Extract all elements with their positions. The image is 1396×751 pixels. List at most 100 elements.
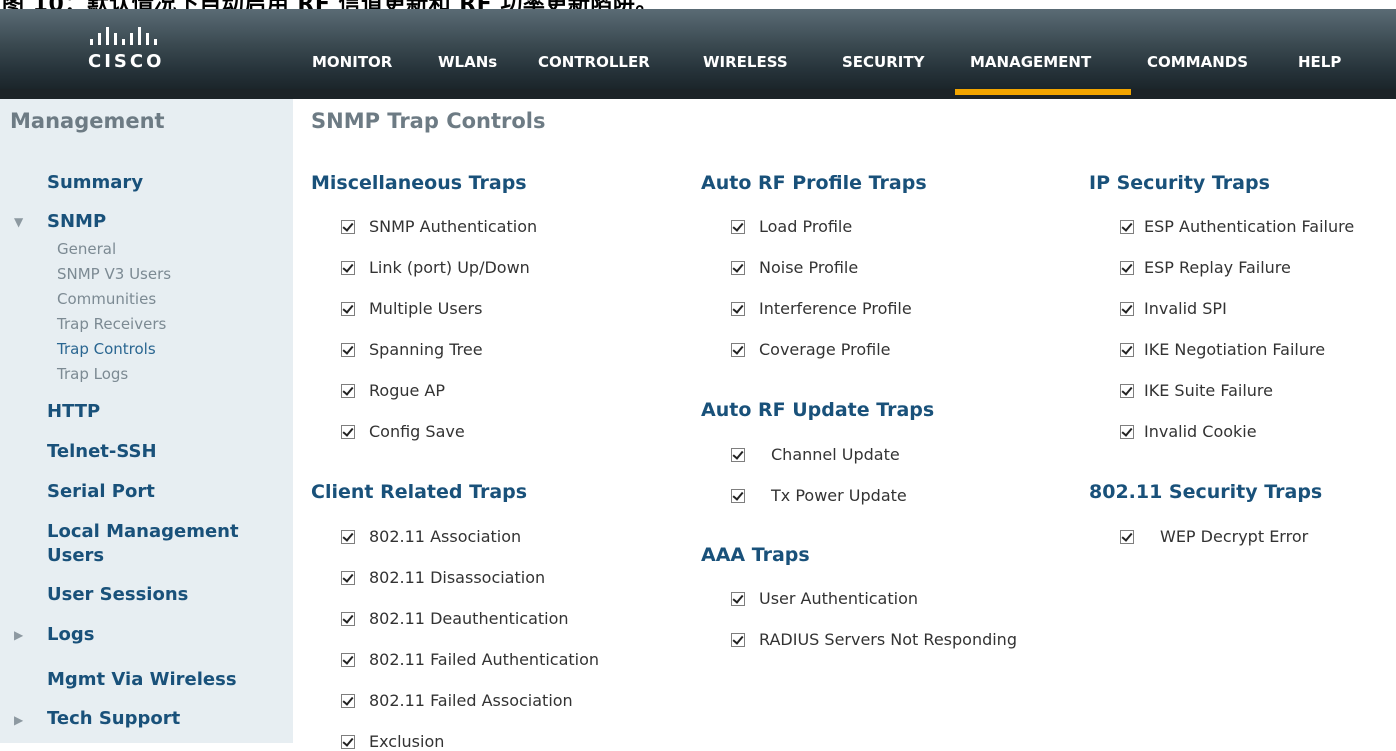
checkbox-icon[interactable] xyxy=(731,591,745,606)
nav-help[interactable]: HELP xyxy=(1298,53,1341,71)
checkbox-icon[interactable] xyxy=(1120,301,1134,316)
section-802-11-security-traps: 802.11 Security Traps xyxy=(1089,481,1323,503)
sidebar-item-http[interactable]: HTTP xyxy=(47,401,100,422)
collapsed-triangle-icon[interactable]: ▶ xyxy=(14,628,23,642)
checkbox-icon[interactable] xyxy=(341,693,355,708)
checkbox-link-up-down[interactable]: Link (port) Up/Down xyxy=(341,258,530,277)
checkbox-icon[interactable] xyxy=(1120,424,1134,439)
checkbox-ike-suite-failure[interactable]: IKE Suite Failure xyxy=(1120,381,1273,400)
checkbox-failed-authentication[interactable]: 802.11 Failed Authentication xyxy=(341,650,599,669)
checkbox-icon[interactable] xyxy=(731,219,745,234)
sidebar-item-snmp[interactable]: SNMP xyxy=(47,211,106,232)
sidebar-item-telnet-ssh[interactable]: Telnet-SSH xyxy=(47,441,157,462)
section-aaa-traps: AAA Traps xyxy=(701,544,810,566)
cisco-bars-icon xyxy=(88,21,198,45)
checkbox-icon[interactable] xyxy=(731,488,745,503)
sidebar-item-serial-port[interactable]: Serial Port xyxy=(47,481,155,502)
checkbox-interference-profile[interactable]: Interference Profile xyxy=(731,299,912,318)
expanded-triangle-icon[interactable]: ▼ xyxy=(14,215,23,229)
checkbox-noise-profile[interactable]: Noise Profile xyxy=(731,258,858,277)
sidebar-item-user-sessions[interactable]: User Sessions xyxy=(47,584,188,605)
collapsed-triangle-icon[interactable]: ▶ xyxy=(14,713,23,727)
main-content: SNMP Trap Controls Miscellaneous Traps S… xyxy=(293,99,1396,751)
checkbox-icon[interactable] xyxy=(341,611,355,626)
sidebar-sub-trap-logs[interactable]: Trap Logs xyxy=(57,365,128,383)
checkbox-disassociation[interactable]: 802.11 Disassociation xyxy=(341,568,545,587)
nav-wireless[interactable]: WIRELESS xyxy=(703,53,788,71)
top-header: CISCO MONITOR WLANs CONTROLLER WIRELESS … xyxy=(0,9,1396,99)
sidebar-sub-trap-controls[interactable]: Trap Controls xyxy=(57,340,156,358)
checkbox-invalid-spi[interactable]: Invalid SPI xyxy=(1120,299,1227,318)
checkbox-ike-negotiation-failure[interactable]: IKE Negotiation Failure xyxy=(1120,340,1325,359)
checkbox-icon[interactable] xyxy=(1120,219,1134,234)
checkbox-rogue-ap[interactable]: Rogue AP xyxy=(341,381,445,400)
checkbox-icon[interactable] xyxy=(1120,342,1134,357)
nav-wlans[interactable]: WLANs xyxy=(438,53,497,71)
checkbox-tx-power-update[interactable]: Tx Power Update xyxy=(731,486,907,505)
nav-security[interactable]: SECURITY xyxy=(842,53,924,71)
checkbox-deauthentication[interactable]: 802.11 Deauthentication xyxy=(341,609,569,628)
checkbox-load-profile[interactable]: Load Profile xyxy=(731,217,852,236)
brand-name: CISCO xyxy=(88,51,165,72)
figure-caption: 图 10：默认情况下自动启用 RF 信道更新和 RF 功率更新陷阱。 xyxy=(0,0,1396,9)
nav-commands[interactable]: COMMANDS xyxy=(1147,53,1248,71)
checkbox-icon[interactable] xyxy=(731,632,745,647)
checkbox-exclusion[interactable]: Exclusion xyxy=(341,732,444,751)
sidebar-item-logs[interactable]: Logs xyxy=(47,624,94,645)
checkbox-icon[interactable] xyxy=(341,529,355,544)
checkbox-icon[interactable] xyxy=(731,260,745,275)
checkbox-snmp-authentication[interactable]: SNMP Authentication xyxy=(341,217,537,236)
sidebar-sub-trap-receivers[interactable]: Trap Receivers xyxy=(57,315,166,333)
section-client-traps: Client Related Traps xyxy=(311,481,528,503)
sidebar-sub-snmp-v3-users[interactable]: SNMP V3 Users xyxy=(57,265,171,283)
sidebar: Management Summary ▼ SNMP General SNMP V… xyxy=(0,99,293,743)
checkbox-icon[interactable] xyxy=(341,652,355,667)
sidebar-item-tech-support[interactable]: Tech Support xyxy=(47,708,180,729)
cisco-logo[interactable]: CISCO xyxy=(88,21,198,79)
checkbox-association[interactable]: 802.11 Association xyxy=(341,527,521,546)
sidebar-item-local-management-users[interactable]: Users xyxy=(47,545,104,566)
checkbox-multiple-users[interactable]: Multiple Users xyxy=(341,299,482,318)
checkbox-radius-not-responding[interactable]: RADIUS Servers Not Responding xyxy=(731,630,1017,649)
checkbox-icon[interactable] xyxy=(1120,260,1134,275)
checkbox-icon[interactable] xyxy=(341,260,355,275)
checkbox-icon[interactable] xyxy=(341,301,355,316)
nav-controller[interactable]: CONTROLLER xyxy=(538,53,650,71)
checkbox-icon[interactable] xyxy=(341,424,355,439)
checkbox-user-authentication[interactable]: User Authentication xyxy=(731,589,918,608)
section-misc-traps: Miscellaneous Traps xyxy=(311,172,527,194)
checkbox-config-save[interactable]: Config Save xyxy=(341,422,465,441)
checkbox-icon[interactable] xyxy=(731,447,745,462)
section-ip-security-traps: IP Security Traps xyxy=(1089,172,1270,194)
checkbox-icon[interactable] xyxy=(341,570,355,585)
sidebar-item-mgmt-via-wireless[interactable]: Mgmt Via Wireless xyxy=(47,669,237,690)
checkbox-channel-update[interactable]: Channel Update xyxy=(731,445,900,464)
sidebar-sub-communities[interactable]: Communities xyxy=(57,290,156,308)
checkbox-icon[interactable] xyxy=(731,342,745,357)
checkbox-failed-association[interactable]: 802.11 Failed Association xyxy=(341,691,573,710)
active-tab-indicator xyxy=(955,89,1131,95)
checkbox-invalid-cookie[interactable]: Invalid Cookie xyxy=(1120,422,1257,441)
checkbox-icon[interactable] xyxy=(341,342,355,357)
checkbox-icon[interactable] xyxy=(341,734,355,749)
checkbox-spanning-tree[interactable]: Spanning Tree xyxy=(341,340,483,359)
sidebar-title: Management xyxy=(10,109,165,133)
section-auto-rf-profile-traps: Auto RF Profile Traps xyxy=(701,172,927,194)
checkbox-esp-auth-failure[interactable]: ESP Authentication Failure xyxy=(1120,217,1354,236)
header-rule xyxy=(0,89,1396,99)
checkbox-icon[interactable] xyxy=(731,301,745,316)
checkbox-coverage-profile[interactable]: Coverage Profile xyxy=(731,340,891,359)
page-title: SNMP Trap Controls xyxy=(311,109,546,133)
checkbox-icon[interactable] xyxy=(341,383,355,398)
nav-management[interactable]: MANAGEMENT xyxy=(970,53,1091,71)
checkbox-icon[interactable] xyxy=(341,219,355,234)
checkbox-icon[interactable] xyxy=(1120,529,1134,544)
checkbox-wep-decrypt-error[interactable]: WEP Decrypt Error xyxy=(1120,527,1308,546)
sidebar-item-local-management[interactable]: Local Management xyxy=(47,521,239,542)
checkbox-icon[interactable] xyxy=(1120,383,1134,398)
nav-monitor[interactable]: MONITOR xyxy=(312,53,392,71)
checkbox-esp-replay-failure[interactable]: ESP Replay Failure xyxy=(1120,258,1291,277)
section-auto-rf-update-traps: Auto RF Update Traps xyxy=(701,399,935,421)
sidebar-item-summary[interactable]: Summary xyxy=(47,172,143,193)
sidebar-sub-general[interactable]: General xyxy=(57,240,116,258)
